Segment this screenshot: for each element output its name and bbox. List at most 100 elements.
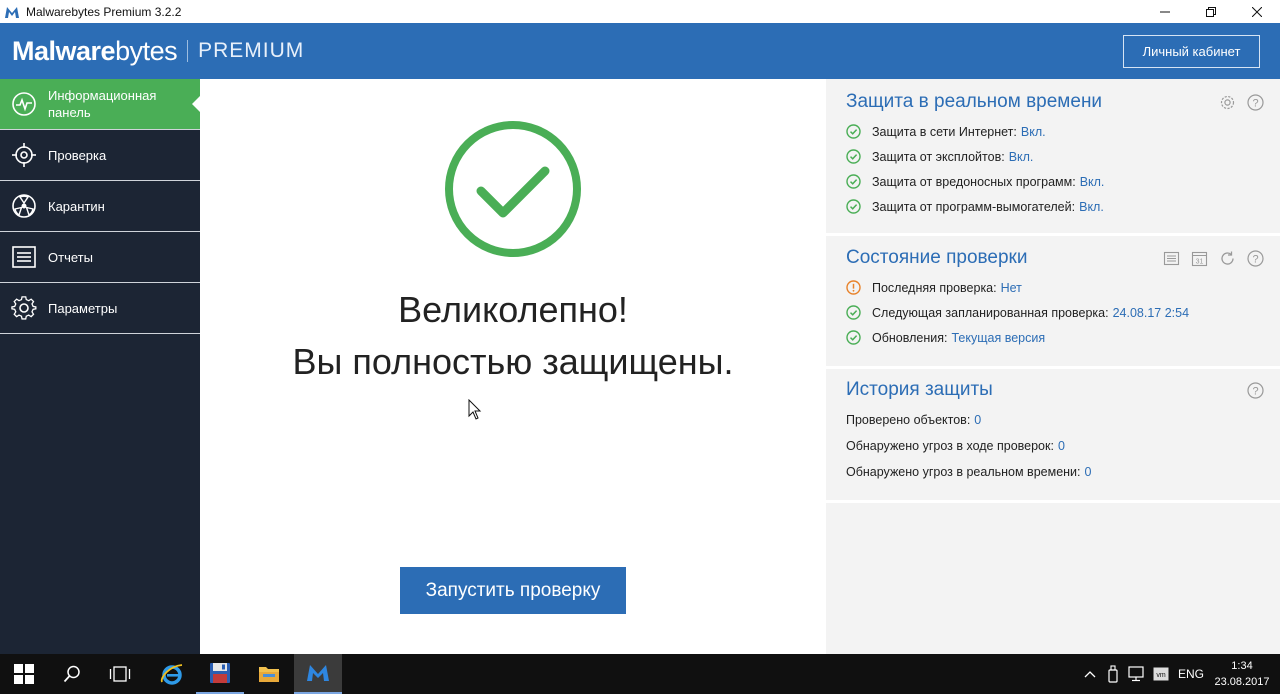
start-button[interactable] (0, 654, 48, 694)
internet-explorer-button[interactable] (148, 654, 196, 694)
clock-date: 23.08.2017 (1214, 676, 1270, 688)
status-headline: Великолепно! (398, 289, 628, 330)
sidebar-item-scan[interactable]: Проверка (0, 130, 200, 181)
sidebar: Информационная панель Проверка Карантин … (0, 79, 200, 654)
sidebar-item-label: Отчеты (48, 249, 93, 265)
svg-text:?: ? (1252, 253, 1258, 265)
sidebar-item-reports[interactable]: Отчеты (0, 232, 200, 283)
close-icon (1252, 6, 1262, 17)
report-list-icon[interactable] (1162, 249, 1180, 267)
status-link[interactable]: Текущая версия (951, 331, 1045, 345)
count-value: 0 (1084, 465, 1092, 479)
realtime-title: Защита в реальном времени (846, 91, 1103, 112)
task-view-button[interactable] (96, 654, 144, 694)
realtime-protection-card: Защита в реальном времени ? Защита в сет… (826, 79, 1280, 236)
help-icon[interactable]: ? (1246, 249, 1264, 267)
help-icon[interactable]: ? (1246, 381, 1264, 399)
list-item: Защита от вредоносных программ: Вкл. (846, 174, 1104, 189)
gear-icon[interactable] (1218, 93, 1236, 111)
status-link[interactable]: Вкл. (1079, 200, 1104, 214)
malwarebytes-logo: Malwarebytes PREMIUM (12, 35, 304, 67)
settings-icon (0, 283, 48, 334)
ok-check-icon (846, 174, 861, 189)
refresh-icon[interactable] (1218, 249, 1236, 267)
vmware-tools-icon: vm (1153, 667, 1169, 681)
sidebar-item-dashboard[interactable]: Информационная панель (0, 79, 200, 130)
folder-icon (259, 667, 279, 682)
window-title: Malwarebytes Premium 3.2.2 (26, 4, 182, 19)
vmware-tray[interactable]: vm (1150, 654, 1172, 694)
scan-status-card: Состояние проверки 31 ? Последняя провер… (826, 236, 1280, 369)
sidebar-item-quarantine[interactable]: Карантин (0, 181, 200, 232)
usb-device-tray[interactable] (1103, 654, 1123, 694)
svg-text:31: 31 (1195, 258, 1203, 265)
sidebar-item-label: Информационная панель (48, 88, 157, 120)
minimize-button[interactable] (1142, 0, 1188, 23)
chevron-up-icon (1084, 671, 1096, 678)
history-title: История защиты (846, 379, 993, 400)
dashboard-main: Великолепно! Вы полностью защищены. Запу… (200, 79, 826, 654)
warning-icon (846, 280, 861, 295)
brand-name: Malwarebytes (12, 35, 178, 66)
scan-status-title: Состояние проверки (846, 247, 1028, 268)
usb-drive-icon (1108, 665, 1118, 683)
list-item: Защита от эксплойтов: Вкл. (846, 149, 1033, 164)
list-item: Обнаружено угроз в реальном времени: 0 (846, 465, 1092, 479)
list-item: Следующая запланированная проверка: 24.08… (846, 305, 1189, 320)
status-link[interactable]: 24.08.17 2:54 (1113, 306, 1189, 320)
search-button[interactable] (48, 654, 96, 694)
mouse-cursor-icon (468, 399, 482, 420)
status-link[interactable]: Вкл. (1080, 175, 1105, 189)
restore-button[interactable] (1188, 0, 1234, 23)
search-icon (63, 665, 80, 683)
floppy-disk-icon (210, 663, 230, 683)
save-app-button[interactable] (196, 654, 244, 694)
help-icon[interactable]: ? (1246, 93, 1264, 111)
system-clock[interactable]: 1:34 23.08.2017 (1213, 658, 1271, 690)
file-explorer-button[interactable] (245, 654, 293, 694)
ok-check-icon (846, 330, 861, 345)
quarantine-icon (0, 181, 48, 232)
protection-history-card: История защиты ? Проверено объектов: 0 Об… (826, 369, 1280, 503)
network-tray[interactable] (1126, 654, 1148, 694)
windows-taskbar: vm ENG 1:34 23.08.2017 (0, 654, 1280, 694)
calendar-icon[interactable]: 31 (1190, 249, 1208, 267)
list-item: Последняя проверка: Нет (846, 280, 1022, 295)
list-item: Защита от программ-вымогателей: Вкл. (846, 199, 1104, 214)
status-link[interactable]: Нет (1001, 281, 1022, 295)
task-view-icon (109, 666, 131, 682)
reports-icon (0, 232, 48, 283)
sidebar-item-label: Карантин (48, 198, 105, 214)
status-link[interactable]: Вкл. (1021, 125, 1046, 139)
sidebar-item-settings[interactable]: Параметры (0, 283, 200, 334)
active-indicator (192, 96, 200, 112)
malwarebytes-logo-icon (307, 665, 329, 681)
network-icon (1128, 666, 1144, 682)
status-link[interactable]: Вкл. (1009, 150, 1034, 164)
restore-icon (1206, 6, 1216, 17)
list-item: Проверено объектов: 0 (846, 413, 982, 427)
svg-text:?: ? (1252, 385, 1258, 397)
close-button[interactable] (1234, 0, 1280, 23)
status-panel: Защита в реальном времени ? Защита в сет… (826, 79, 1280, 654)
scan-target-icon (0, 130, 48, 181)
show-hidden-icons-button[interactable] (1080, 654, 1100, 694)
sidebar-item-label: Параметры (48, 300, 118, 316)
start-scan-button[interactable]: Запустить проверку (400, 567, 626, 614)
language-indicator[interactable]: ENG (1178, 654, 1204, 694)
ok-check-icon (846, 305, 861, 320)
windows-logo-icon (14, 664, 34, 684)
list-item: Обнаружено угроз в ходе проверок: 0 (846, 439, 1065, 453)
edition-label: PREMIUM (198, 39, 305, 62)
malwarebytes-taskbar-button[interactable] (294, 654, 342, 694)
svg-text:vm: vm (1156, 672, 1166, 679)
count-value: 0 (974, 413, 982, 427)
logo-divider (187, 40, 189, 62)
account-button[interactable]: Личный кабинет (1123, 35, 1260, 68)
ok-check-icon (846, 199, 861, 214)
ok-check-icon (846, 149, 861, 164)
internet-explorer-icon (160, 664, 183, 685)
app-header: Malwarebytes PREMIUM Личный кабинет (0, 23, 1280, 79)
clock-time: 1:34 (1231, 660, 1253, 672)
sidebar-item-label: Проверка (48, 147, 107, 163)
